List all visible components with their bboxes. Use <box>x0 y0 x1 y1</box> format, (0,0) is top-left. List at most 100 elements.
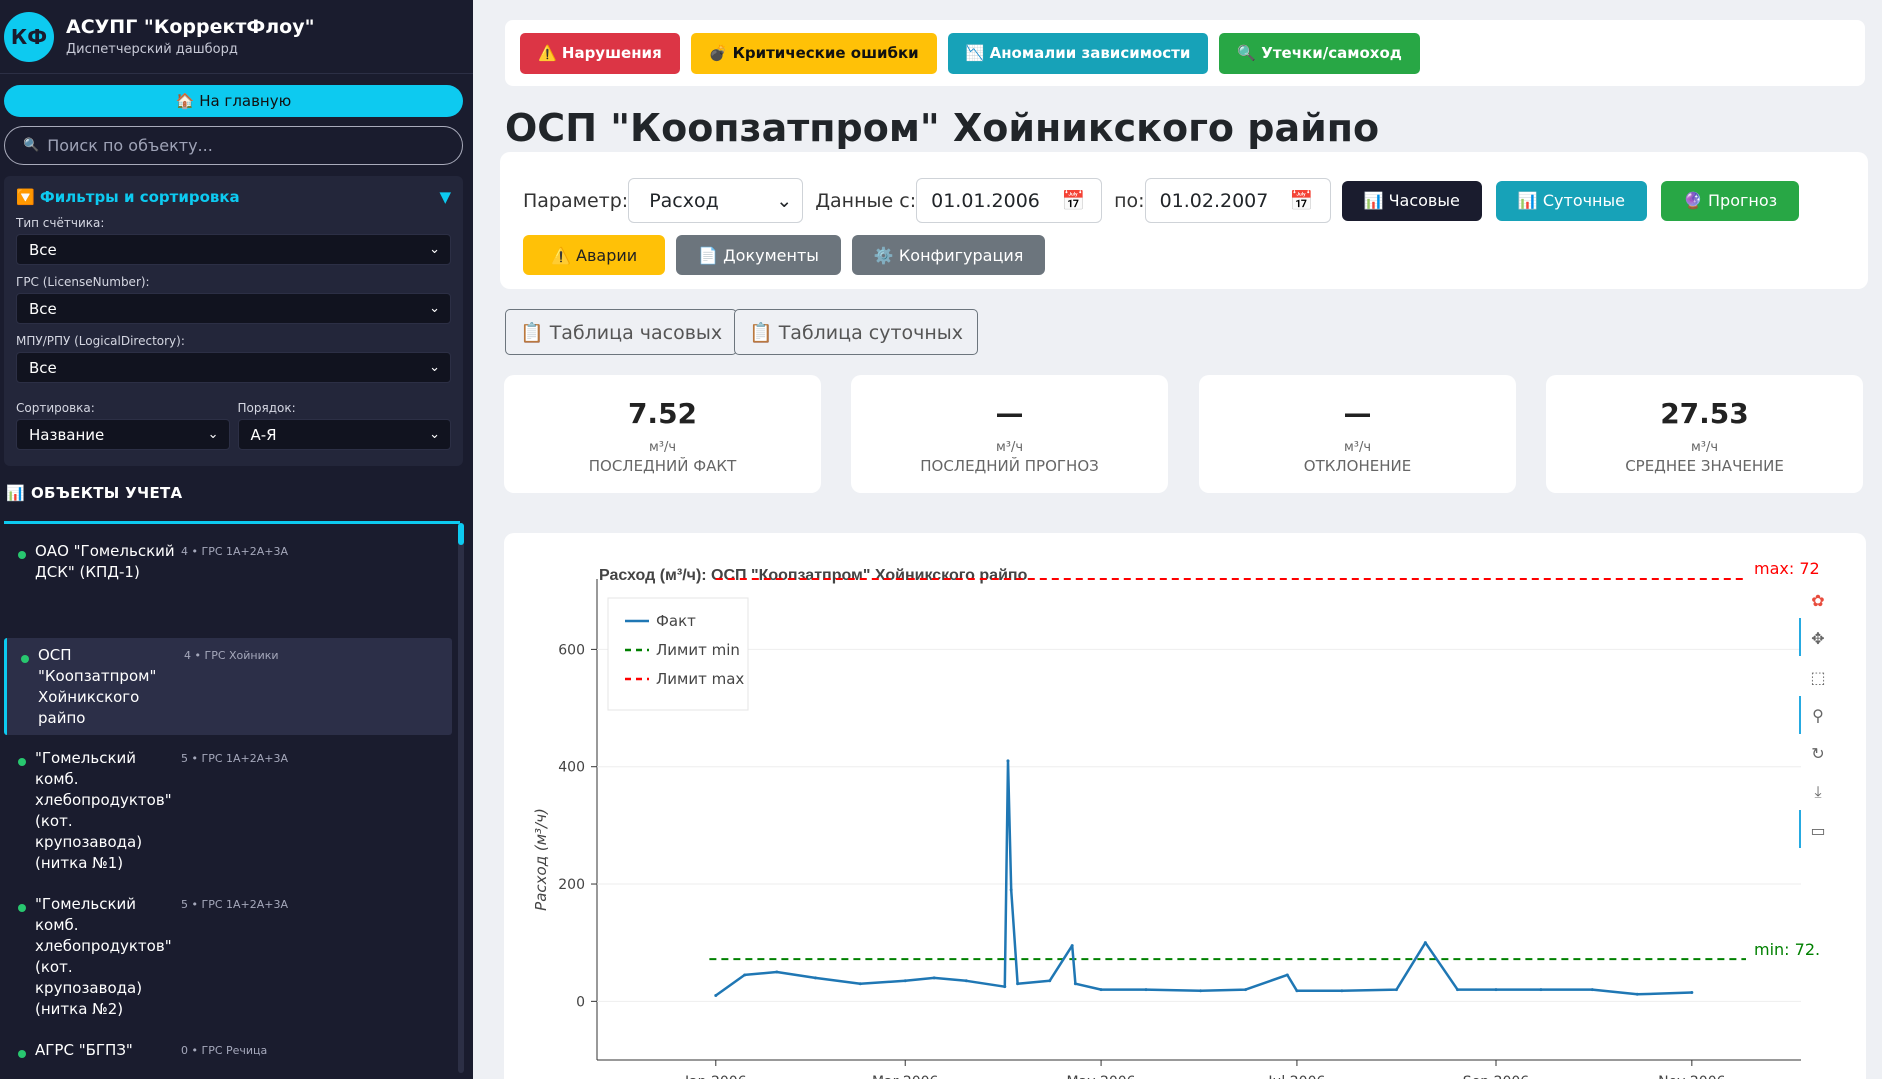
divider <box>4 521 460 524</box>
stat-value: 27.53 <box>1660 397 1749 430</box>
list-item[interactable]: "Гомельский комб. хлебопродуктов" (кот. … <box>4 748 452 874</box>
object-name: АГРС "БГПЗ" <box>35 1041 133 1059</box>
status-dot <box>18 551 26 559</box>
wheel-zoom-icon[interactable]: ⚲ <box>1807 704 1829 726</box>
from-date-input[interactable]: 01.01.2006 📅 <box>916 178 1103 223</box>
param-label: Параметр: <box>523 189 629 212</box>
sort-select[interactable]: Название ⌄ <box>16 419 230 450</box>
data-point <box>903 979 907 983</box>
data-point <box>1394 988 1398 992</box>
hover-icon[interactable]: ▭ <box>1807 819 1829 841</box>
home-button[interactable]: 🏠 На главную <box>4 85 463 117</box>
data-point <box>1016 982 1020 986</box>
stat-value: 7.52 <box>627 397 698 430</box>
grs-label: ГРС (LicenseNumber): <box>16 275 150 289</box>
data-point <box>1009 888 1013 892</box>
data-point <box>714 993 718 997</box>
to-date-input[interactable]: 01.02.2007 📅 <box>1144 178 1331 223</box>
from-label: Данные с: <box>815 189 917 212</box>
object-meta: 4 • ГРС 1А+2А+3А <box>181 545 289 558</box>
stat-label: ПОСЛЕДНИЙ ПРОГНОЗ <box>920 457 1099 475</box>
meter-type-label: Тип счётчика: <box>16 216 105 230</box>
stat-unit: м³/ч <box>648 440 677 455</box>
list-item-active[interactable]: ОСП "Коопзатпром" Хойникского райпо 4 • … <box>4 638 452 735</box>
brand: КФ АСУПГ "КорректФлоу" Диспетчерский даш… <box>0 0 473 74</box>
data-point <box>1099 988 1103 992</box>
accidents-button[interactable]: ⚠️ Аварии <box>523 235 666 275</box>
object-name: "Гомельский комб. хлебопродуктов" (кот. … <box>35 749 172 872</box>
object-name: "Гомельский комб. хлебопродуктов" (кот. … <box>35 895 172 1018</box>
data-point <box>743 973 747 977</box>
legend-label: Лимит max <box>656 670 744 688</box>
hourly-button[interactable]: 📊 Часовые <box>1341 180 1482 221</box>
anomalies-button[interactable]: 📉 Аномалии зависимости <box>947 32 1209 74</box>
y-tick-label: 600 <box>558 642 585 658</box>
scrollbar-thumb[interactable] <box>458 523 464 545</box>
tool-active-indicator <box>1799 810 1801 848</box>
data-point <box>1006 759 1010 763</box>
data-point <box>1244 988 1248 992</box>
filters-header[interactable]: 🔽 Фильтры и сортировка ▼ <box>16 188 451 206</box>
chart-icon: 📊 <box>6 484 25 502</box>
data-point <box>1285 973 1289 977</box>
alerts-bar: ⚠️ Нарушения 💣 Критические ошибки 📉 Аном… <box>505 20 1865 86</box>
search-input[interactable]: 🔍 Поиск по объекту... <box>4 126 463 165</box>
stat-last-forecast: — м³/ч ПОСЛЕДНИЙ ПРОГНОЗ <box>851 375 1168 493</box>
param-select[interactable]: Расход ⌄ <box>628 178 804 223</box>
stat-label: ПОСЛЕДНИЙ ФАКТ <box>588 457 737 475</box>
data-point <box>1635 992 1639 996</box>
daily-button[interactable]: 📊 Суточные <box>1495 180 1647 221</box>
list-item[interactable]: АГРС "БГПЗ" 0 • ГРС Речица <box>4 1040 452 1061</box>
legend-label: Лимит min <box>656 641 740 659</box>
box-zoom-icon[interactable]: ⬚ <box>1807 666 1829 688</box>
list-item[interactable]: "Гомельский комб. хлебопродуктов" (кот. … <box>4 894 452 1020</box>
object-meta: 5 • ГРС 1А+2А+3А <box>181 752 289 765</box>
data-point <box>1690 991 1694 995</box>
y-axis-label: Расход (м³/ч) <box>532 808 550 911</box>
app-title: АСУПГ "КорректФлоу" <box>66 16 315 38</box>
object-name: ОСП "Коопзатпром" Хойникского райпо <box>38 646 157 727</box>
save-icon[interactable]: ⤓ <box>1807 781 1829 803</box>
leaks-button[interactable]: 🔍 Утечки/самоход <box>1219 32 1420 74</box>
critical-errors-button[interactable]: 💣 Критические ошибки <box>690 32 937 74</box>
violations-button[interactable]: ⚠️ Нарушения <box>520 32 680 74</box>
stat-value: — <box>1343 397 1372 430</box>
documents-button[interactable]: 📄 Документы <box>676 235 841 275</box>
mpu-select[interactable]: Все ⌄ <box>16 352 451 383</box>
limit-min-label: min: 72. <box>1754 940 1820 959</box>
data-point <box>1003 985 1007 989</box>
daily-table-button[interactable]: 📋 Таблица суточных <box>734 309 979 355</box>
data-point <box>1070 944 1074 948</box>
to-date-value: 01.02.2007 <box>1159 189 1269 212</box>
x-tick-label: Jul 2006 <box>1267 1074 1325 1079</box>
pan-icon[interactable]: ✥ <box>1807 627 1829 649</box>
order-select[interactable]: А-Я ⌄ <box>237 419 451 450</box>
filters-toggle-icon[interactable]: ▼ <box>439 188 451 206</box>
object-meta: 5 • ГРС 1А+2А+3А <box>181 898 289 911</box>
data-point <box>932 976 936 980</box>
x-tick-label: Jan 2006 <box>684 1074 747 1079</box>
config-button[interactable]: ⚙️ Конфигурация <box>851 235 1046 275</box>
tool-active-indicator <box>1799 618 1801 656</box>
data-point <box>813 976 817 980</box>
list-item[interactable]: ОАО "Гомельский ДСК" (КПД-1) 4 • ГРС 1А+… <box>4 541 452 583</box>
status-dot <box>18 758 26 766</box>
forecast-button[interactable]: 🔮 Прогноз <box>1661 180 1800 221</box>
param-value: Расход <box>649 189 719 212</box>
scrollbar-track[interactable] <box>458 523 464 1073</box>
status-dot <box>18 904 26 912</box>
sidebar: КФ АСУПГ "КорректФлоу" Диспетчерский даш… <box>0 0 473 1079</box>
meter-type-select[interactable]: Все ⌄ <box>16 234 451 265</box>
grs-select[interactable]: Все ⌄ <box>16 293 451 324</box>
data-point <box>858 982 862 986</box>
chart-card: Расход (м³/ч): ОСП "Коопзатпром" Хойникс… <box>504 533 1866 1079</box>
hourly-table-button[interactable]: 📋 Таблица часовых <box>505 309 738 355</box>
flow-chart[interactable]: Расход (м³/ч): ОСП "Коопзатпром" Хойникс… <box>504 533 1866 1079</box>
calendar-icon: 📅 <box>1289 190 1314 212</box>
data-point <box>1455 988 1459 992</box>
reset-icon[interactable]: ↻ <box>1807 742 1829 764</box>
y-tick-label: 0 <box>576 994 585 1010</box>
sort-value: Название <box>29 425 105 444</box>
mpu-value: Все <box>29 358 57 377</box>
limit-max-label: max: 72 <box>1754 559 1820 578</box>
